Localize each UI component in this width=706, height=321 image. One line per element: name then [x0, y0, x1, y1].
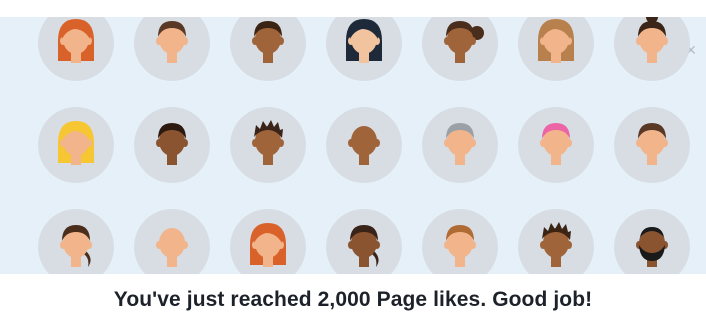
- avatar-brown-hair-woman: [518, 17, 594, 81]
- milestone-notification-card: × You've just reached 2,000 Page likes. …: [0, 0, 706, 321]
- avatar-curly-hair-woman: [422, 17, 498, 81]
- avatar-banner: ×: [0, 17, 706, 274]
- avatar-spiky-man-2: [518, 209, 594, 274]
- avatar-black-hair-woman: [326, 17, 402, 81]
- avatar-bearded-man: [614, 209, 690, 274]
- avatar-auburn-hair-woman: [422, 209, 498, 274]
- avatar-pink-hair-woman: [518, 107, 594, 183]
- card-top-border: [0, 0, 706, 18]
- milestone-message: You've just reached 2,000 Page likes. Go…: [113, 288, 593, 311]
- avatar-dark-skin-man-2: [134, 107, 210, 183]
- avatar-spiky-hair-man: [230, 107, 306, 183]
- avatar-bun-hair-woman: [614, 17, 690, 81]
- avatar-ponytail-woman: [38, 209, 114, 274]
- avatar-red-hair-woman-2: [230, 209, 306, 274]
- avatar-dark-man-3: [326, 209, 402, 274]
- avatar-balding-man: [134, 209, 210, 274]
- avatar-short-hair-man: [134, 17, 210, 81]
- avatar-red-hair-woman: [38, 17, 114, 81]
- avatar-brown-hair-man: [614, 107, 690, 183]
- avatar-bald-man: [326, 107, 402, 183]
- avatar-blonde-woman: [38, 107, 114, 183]
- avatar-dark-skin-man: [230, 17, 306, 81]
- avatar-gray-hair-man: [422, 107, 498, 183]
